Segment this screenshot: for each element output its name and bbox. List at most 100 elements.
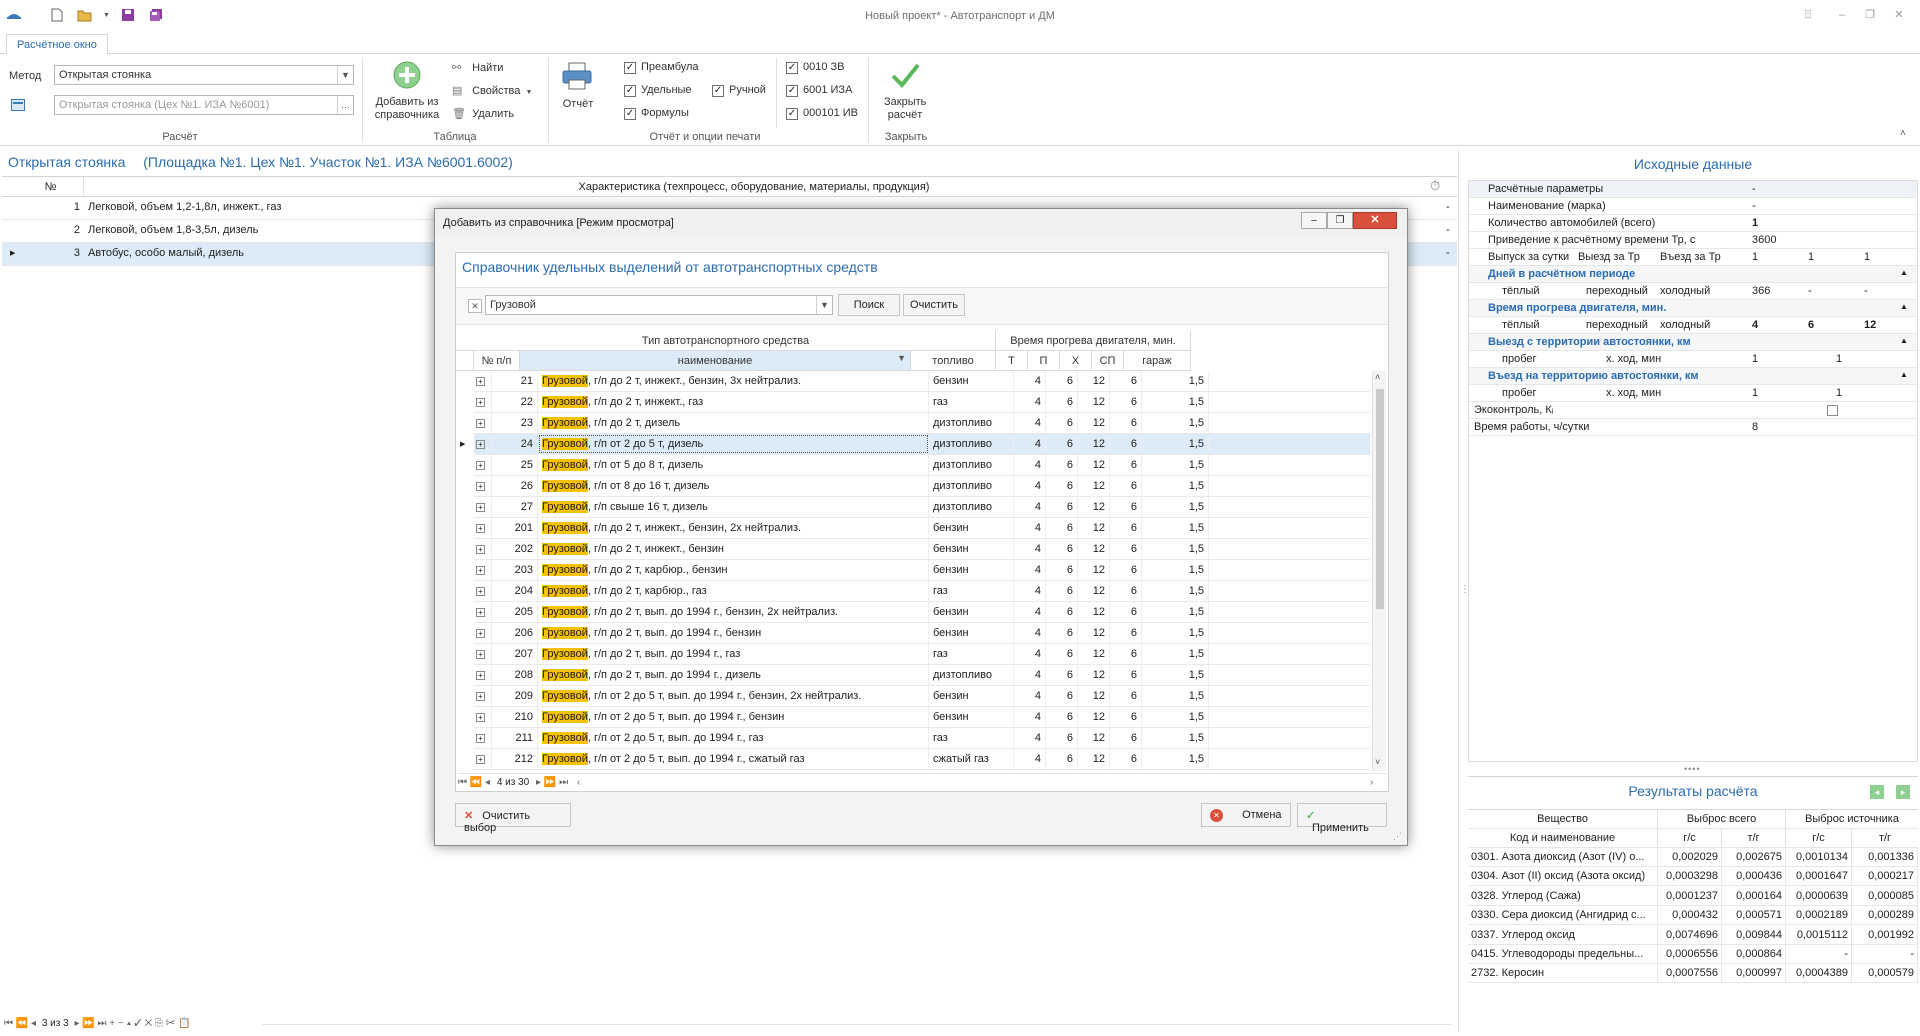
col-header-sp[interactable]: СП (1092, 351, 1124, 371)
table-row[interactable]: +211 Грузовой, г/п от 2 до 5 т, вып. до 1… (474, 728, 1370, 749)
close-window-button[interactable]: ✕ (1893, 9, 1905, 21)
expand-icon[interactable]: + (474, 497, 492, 517)
col-header-t[interactable]: Т (996, 351, 1028, 371)
results-row[interactable]: 2732. Керосин 0,0007556 0,000997 0,0004389 0… (1468, 964, 1918, 984)
table-row[interactable]: +212 Грузовой, г/п от 2 до 5 т, вып. до 1… (474, 749, 1370, 770)
col-header-name[interactable]: наименование ▼ (520, 351, 911, 371)
table-row[interactable]: +210 Грузовой, г/п от 2 до 5 т, вып. до 1… (474, 707, 1370, 728)
col-header-no[interactable]: № п/п (474, 351, 520, 371)
scroll-right-icon[interactable]: › (1370, 777, 1373, 788)
dialog-close-button[interactable]: ✕ (1353, 212, 1397, 229)
help-icon[interactable]: ⍐ (1802, 9, 1814, 21)
prop-category[interactable]: Время прогрева двигателя, мин. ▲ (1468, 300, 1918, 317)
minimize-button[interactable]: – (1836, 9, 1848, 21)
table-row[interactable]: +23 Грузовой, г/п до 2 т, дизель дизтоплив… (474, 413, 1370, 434)
table-row[interactable]: ▶ +24 Грузовой, г/п от 2 до 5 т, дизель диз… (460, 434, 1370, 455)
nav-last-icon[interactable]: ⏭ (559, 777, 568, 788)
results-row[interactable]: 0330. Сера диоксид (Ангидрид с... 0,00043… (1468, 906, 1918, 926)
collapse-ribbon-icon[interactable]: ˄ (1900, 128, 1906, 139)
manual-checkbox[interactable]: ✓ (712, 85, 724, 97)
filter-clear-icon[interactable]: ✕ (468, 299, 482, 313)
specific-checkbox[interactable]: ✓ (624, 85, 636, 97)
col-header-x[interactable]: Х (1060, 351, 1092, 371)
preamble-checkbox[interactable]: ✓ (624, 62, 636, 74)
nav-apply-icon[interactable]: ✓ (134, 1018, 142, 1029)
source-field[interactable]: Открытая стоянка (Цех №1. ИЗА №6001) … (54, 95, 354, 115)
nav-add-icon[interactable]: + (109, 1018, 115, 1029)
table-row[interactable]: +204 Грузовой, г/п до 2 т, карбюр., газ га… (474, 581, 1370, 602)
tab-calc-window[interactable]: Расчётное окно (6, 34, 108, 55)
results-row[interactable]: 0337. Углерод оксид 0,0074696 0,009844 0,00… (1468, 925, 1918, 945)
table-row[interactable]: +22 Грузовой, г/п до 2 т, инжект., газ газ… (474, 392, 1370, 413)
expand-icon[interactable]: + (474, 413, 492, 433)
table-row[interactable]: +26 Грузовой, г/п от 8 до 16 т, дизель диз… (474, 476, 1370, 497)
stopwatch-icon[interactable]: ⏱ (1426, 177, 1450, 196)
horizontal-scrollbar[interactable] (262, 1024, 1452, 1030)
scroll-thumb[interactable] (1376, 389, 1384, 609)
expand-icon[interactable]: + (474, 728, 492, 748)
expand-icon[interactable]: + (474, 560, 492, 580)
table-row[interactable]: +27 Грузовой, г/п свыше 16 т, дизель дизто… (474, 497, 1370, 518)
nav-up-icon[interactable]: ▴ (127, 1018, 132, 1029)
clear-filter-button[interactable]: Очистить (903, 294, 965, 316)
splitter-grip-icon[interactable]: •••• (1684, 764, 1701, 774)
report-button[interactable]: Отчёт (555, 58, 601, 112)
scroll-down-icon[interactable]: ˅ (1375, 757, 1380, 767)
prop-row[interactable]: Наименование (марка) - (1468, 198, 1918, 215)
table-row[interactable]: +201 Грузовой, г/п до 2 т, инжект., бензи… (474, 518, 1370, 539)
delete-button[interactable]: 🗑 Удалить (452, 107, 514, 123)
nav-cut-icon[interactable]: ✂ (166, 1018, 176, 1029)
add-from-ref-button[interactable]: Добавить из справочника (372, 58, 442, 124)
nav-next-icon[interactable]: ▸ (74, 1018, 79, 1029)
resize-grip-icon[interactable]: ⋰ (1393, 831, 1402, 842)
prop-row[interactable]: пробег х. ход, мин 1 1 (1468, 385, 1918, 402)
prop-row[interactable]: тёплый переходный холодный 366 - - (1468, 283, 1918, 300)
expand-icon[interactable]: + (474, 455, 492, 475)
results-row[interactable]: 0301. Азота диоксид (Азот (IV) о... 0,002… (1468, 848, 1918, 867)
results-next-icon[interactable]: ▸ (1896, 785, 1910, 799)
method-select[interactable]: Открытая стоянка ▼ (54, 65, 354, 85)
formulas-checkbox[interactable]: ✓ (624, 108, 636, 120)
prop-category[interactable]: Дней в расчётном периоде ▲ (1468, 266, 1918, 283)
prop-row[interactable]: тёплый переходный холодный 4 6 12 (1468, 317, 1918, 334)
nav-next-page-icon[interactable]: ⏩ (544, 777, 556, 788)
scroll-up-icon[interactable]: ˄ (1375, 372, 1380, 382)
clear-selection-button[interactable]: ✕ Очистить выбор (455, 803, 571, 834)
filter-funnel-icon[interactable]: ▼ (897, 353, 906, 363)
expand-icon[interactable]: + (474, 749, 492, 769)
prop-row[interactable]: Время работы, ч/сутки 8 (1468, 419, 1918, 436)
expand-icon[interactable]: + (474, 623, 492, 643)
expand-icon[interactable]: + (474, 707, 492, 727)
nav-last-icon[interactable]: ⏭ (98, 1018, 107, 1029)
expand-icon[interactable]: + (474, 518, 492, 538)
prop-row[interactable]: Выпуск за сутки Выезд за Тр Въезд за Тр … (1468, 249, 1918, 266)
find-button[interactable]: ⚯ Найти (452, 61, 503, 77)
close-calc-button[interactable]: Закрыть расчёт (874, 58, 936, 124)
expand-icon[interactable]: + (474, 665, 492, 685)
expand-icon[interactable]: + (474, 476, 492, 496)
apply-button[interactable]: ✓ Применить (1297, 803, 1387, 834)
dialog-maximize-button[interactable]: ❐ (1327, 212, 1353, 229)
table-row[interactable]: +21 Грузовой, г/п до 2 т, инжект., бензин… (474, 371, 1370, 392)
expand-icon[interactable]: + (474, 434, 492, 454)
prop-row[interactable]: Приведение к расчётному времени Тр, с 36… (1468, 232, 1918, 249)
table-row[interactable]: +205 Грузовой, г/п до 2 т, вып. до 1994 г… (474, 602, 1370, 623)
opt-6001-checkbox[interactable]: ✓ (786, 85, 798, 97)
nav-prev-icon[interactable]: ◂ (31, 1018, 36, 1029)
table-row[interactable]: +202 Грузовой, г/п до 2 т, инжект., бензи… (474, 539, 1370, 560)
prop-row[interactable]: пробег х. ход, мин 1 1 (1468, 351, 1918, 368)
prop-row[interactable]: Количество автомобилей (всего) 1 (1468, 215, 1918, 232)
splitter[interactable] (1458, 150, 1459, 1032)
collapse-icon[interactable]: ▲ (1898, 334, 1912, 350)
cancel-button[interactable]: ✕ Отмена (1201, 803, 1291, 827)
prop-category[interactable]: Выезд с территории автостоянки, км ▲ (1468, 334, 1918, 351)
table-row[interactable]: +208 Грузовой, г/п до 2 т, вып. до 1994 г… (474, 665, 1370, 686)
nav-prev-icon[interactable]: ◂ (485, 777, 490, 788)
nav-remove-icon[interactable]: − (118, 1018, 124, 1029)
col-header-fuel[interactable]: топливо (911, 351, 996, 371)
nav-first-icon[interactable]: ⏮ (4, 1018, 13, 1029)
col-header-characteristic[interactable]: Характеристика (техпроцесс, оборудование… (84, 177, 1424, 196)
table-row[interactable]: +209 Грузовой, г/п от 2 до 5 т, вып. до 1… (474, 686, 1370, 707)
ellipsis-button[interactable]: … (337, 96, 353, 114)
properties-button[interactable]: ▤ Свойства ▼ (452, 84, 532, 100)
